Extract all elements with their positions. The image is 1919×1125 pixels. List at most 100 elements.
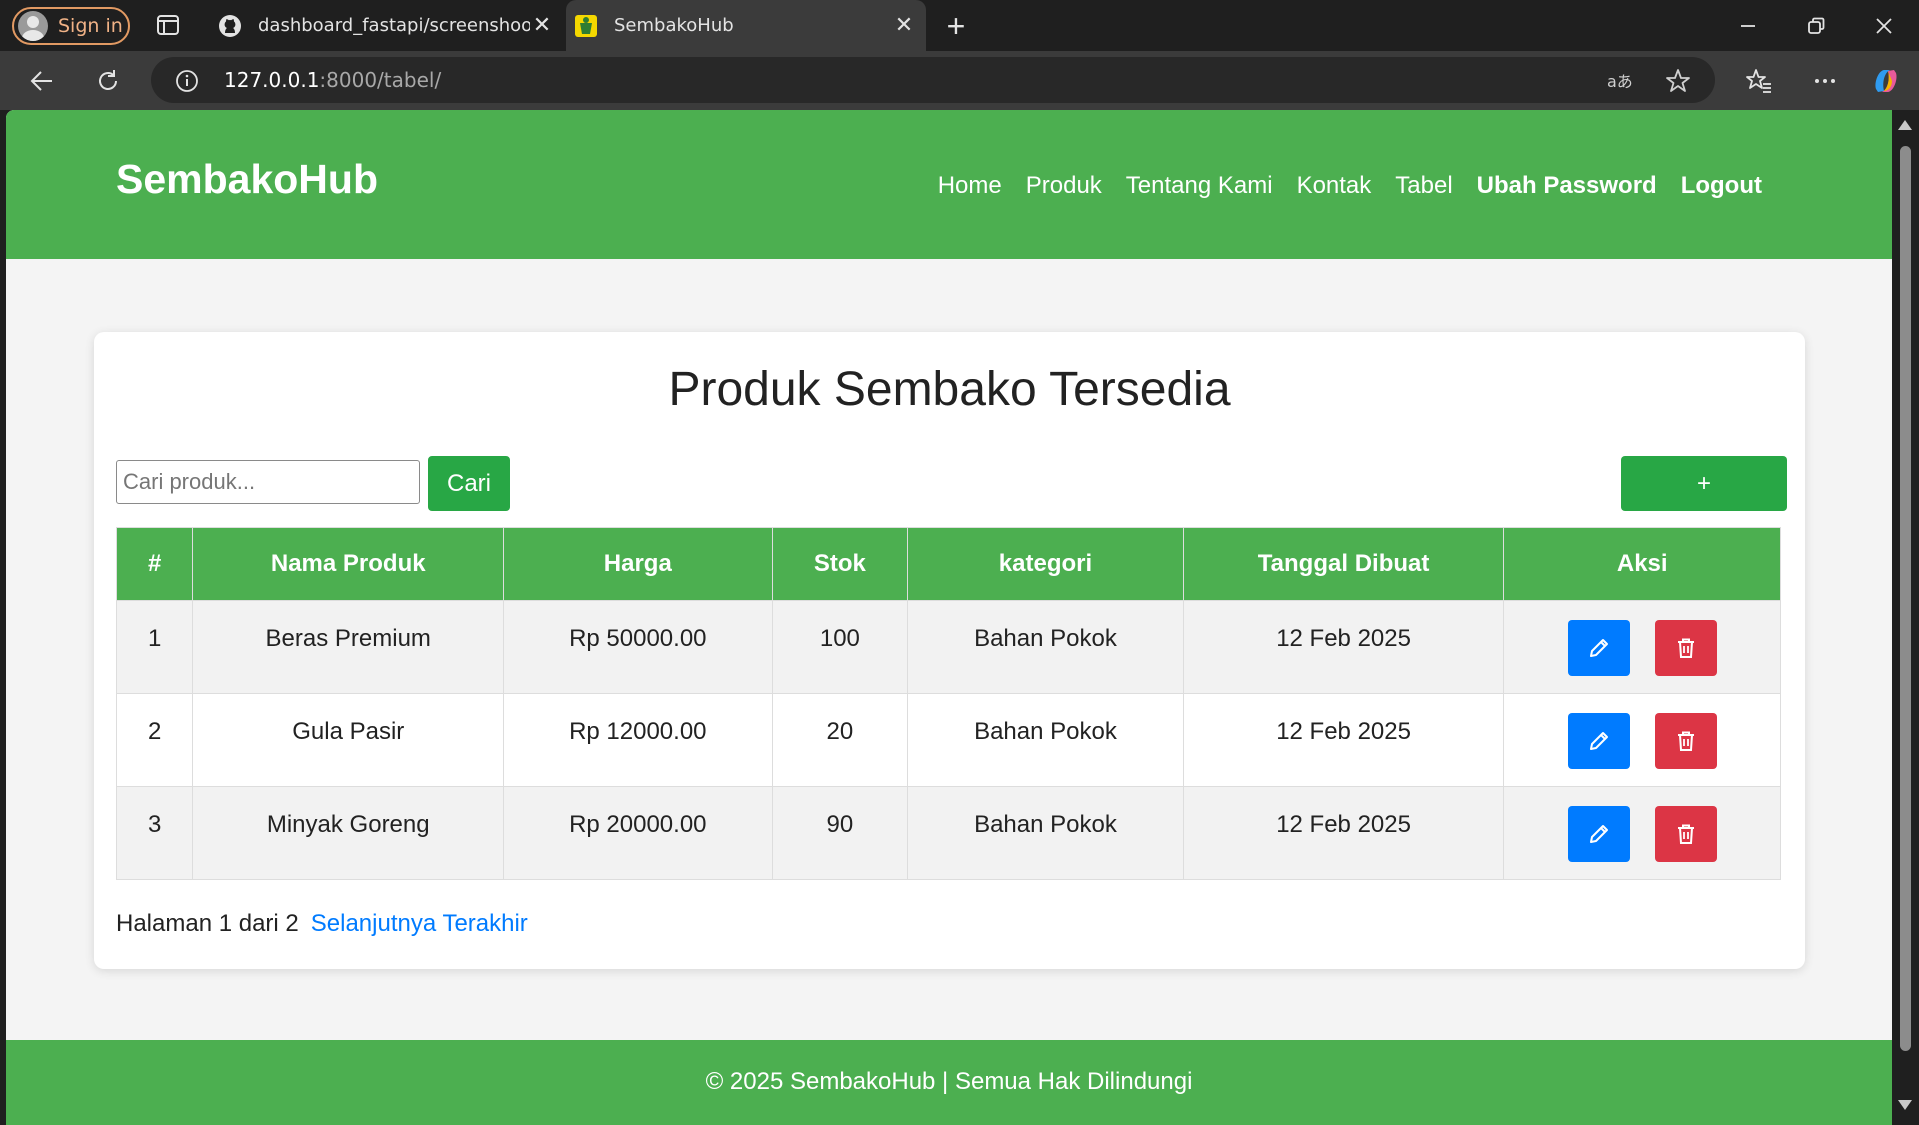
cell-aksi: [1503, 600, 1781, 694]
pagination-next-link[interactable]: Selanjutnya: [311, 910, 436, 937]
favorites-icon[interactable]: [1743, 65, 1775, 97]
profile-signin-button[interactable]: Sign in: [12, 7, 130, 45]
delete-button[interactable]: [1654, 713, 1717, 769]
cell-harga: Rp 50000.00: [503, 600, 773, 694]
pagination-info: Halaman 1 dari 2: [116, 910, 299, 937]
copilot-icon[interactable]: [1870, 65, 1902, 97]
back-icon[interactable]: [26, 65, 58, 97]
site-header: SembakoHub Home Produk Tentang Kami Kont…: [6, 110, 1892, 259]
scrollbar-thumb[interactable]: [1900, 146, 1911, 1051]
site-info-icon[interactable]: [175, 69, 199, 93]
table-row: 1 Beras Premium Rp 50000.00 100 Bahan Po…: [115, 600, 1781, 694]
tab-sembakohub[interactable]: SembakoHub ✕: [566, 0, 926, 51]
tab-close-icon[interactable]: ✕: [530, 13, 554, 38]
col-harga: Harga: [503, 527, 773, 601]
tab-close-icon[interactable]: ✕: [892, 13, 916, 38]
main-nav: Home Produk Tentang Kami Kontak Tabel Ub…: [938, 172, 1762, 200]
cell-nama-produk: Minyak Goreng: [192, 786, 505, 880]
cell-stok: 20: [771, 693, 909, 787]
col-kategori: kategori: [907, 527, 1184, 601]
read-aloud-translate-icon[interactable]: aあ: [1606, 68, 1632, 94]
product-table: # Nama Produk Harga Stok kategori Tangga…: [115, 527, 1781, 880]
nav-tabel[interactable]: Tabel: [1395, 172, 1452, 200]
trash-icon: [1677, 731, 1694, 751]
cell-harga: Rp 20000.00: [503, 786, 773, 880]
page-scrollbar[interactable]: [1892, 110, 1919, 1125]
nav-tentang-kami[interactable]: Tentang Kami: [1126, 172, 1273, 200]
tab-title: SembakoHub: [614, 15, 734, 36]
pagination: Halaman 1 dari 2 Selanjutnya Terakhir: [116, 910, 528, 938]
favorite-star-icon[interactable]: [1665, 68, 1691, 94]
browser-toolbar: 127.0.0.1:8000/tabel/ aあ: [0, 51, 1919, 110]
page-title: Produk Sembako Tersedia: [668, 363, 1231, 416]
tab-actions-icon[interactable]: [155, 12, 181, 38]
address-bar[interactable]: 127.0.0.1:8000/tabel/ aあ: [151, 57, 1715, 103]
delete-button[interactable]: [1654, 620, 1717, 676]
cell-kategori: Bahan Pokok: [907, 693, 1184, 787]
edit-button[interactable]: [1567, 806, 1630, 862]
more-options-icon[interactable]: [1809, 65, 1841, 97]
url-text: 127.0.0.1:8000/tabel/: [224, 68, 441, 92]
window-close-icon[interactable]: [1870, 12, 1898, 40]
cell-tanggal: 12 Feb 2025: [1182, 693, 1505, 787]
table-row: 3 Minyak Goreng Rp 20000.00 90 Bahan Pok…: [115, 786, 1781, 880]
cell-tanggal: 12 Feb 2025: [1182, 600, 1505, 694]
cell-nama-produk: Beras Premium: [192, 600, 505, 694]
cell-number: 3: [115, 786, 194, 880]
svg-text:aあ: aあ: [1607, 72, 1632, 91]
cell-number: 2: [115, 693, 194, 787]
site-brand[interactable]: SembakoHub: [116, 156, 378, 203]
trash-icon: [1677, 638, 1694, 658]
new-tab-icon[interactable]: +: [942, 8, 970, 44]
cell-stok: 100: [771, 600, 909, 694]
url-host: 127.0.0.1: [224, 68, 320, 92]
pagination-last-link[interactable]: Terakhir: [442, 910, 527, 937]
cell-number: 1: [115, 600, 194, 694]
col-nama-produk: Nama Produk: [192, 527, 505, 601]
table-row: 2 Gula Pasir Rp 12000.00 20 Bahan Pokok …: [115, 693, 1781, 787]
cell-stok: 90: [771, 786, 909, 880]
col-stok: Stok: [771, 527, 909, 601]
add-product-button[interactable]: +: [1621, 456, 1787, 511]
restore-icon[interactable]: [1802, 12, 1830, 40]
nav-kontak[interactable]: Kontak: [1297, 172, 1372, 200]
search-button[interactable]: Cari: [428, 456, 510, 511]
edit-button[interactable]: [1567, 620, 1630, 676]
page-viewport: SembakoHub Home Produk Tentang Kami Kont…: [6, 110, 1892, 1125]
reload-icon[interactable]: [92, 65, 124, 97]
pencil-icon: [1589, 732, 1608, 750]
nav-home[interactable]: Home: [938, 172, 1002, 200]
github-icon: [218, 14, 242, 38]
profile-avatar-icon: [18, 11, 48, 41]
site-footer: © 2025 SembakoHub | Semua Hak Dilindungi: [6, 1040, 1892, 1125]
search-input[interactable]: [116, 460, 420, 504]
nav-ubah-password[interactable]: Ubah Password: [1477, 172, 1657, 200]
scroll-up-icon[interactable]: [1898, 120, 1912, 130]
minimize-icon[interactable]: [1734, 12, 1762, 40]
cell-harga: Rp 12000.00: [503, 693, 773, 787]
col-tanggal-dibuat: Tanggal Dibuat: [1182, 527, 1505, 601]
footer-text: © 2025 SembakoHub | Semua Hak Dilindungi: [705, 1068, 1193, 1095]
table-header: # Nama Produk Harga Stok kategori Tangga…: [115, 527, 1781, 601]
scroll-down-icon[interactable]: [1898, 1100, 1912, 1110]
signin-label: Sign in: [58, 15, 123, 37]
cell-kategori: Bahan Pokok: [907, 600, 1184, 694]
product-card: Produk Sembako Tersedia Cari + # Nama Pr…: [94, 332, 1805, 969]
edit-button[interactable]: [1567, 713, 1630, 769]
nav-produk[interactable]: Produk: [1026, 172, 1102, 200]
cell-nama-produk: Gula Pasir: [192, 693, 505, 787]
trash-icon: [1677, 824, 1694, 844]
col-number: #: [115, 527, 194, 601]
cell-tanggal: 12 Feb 2025: [1182, 786, 1505, 880]
pencil-icon: [1589, 825, 1608, 843]
url-path: :8000/tabel/: [319, 68, 442, 92]
delete-button[interactable]: [1654, 806, 1717, 862]
cell-aksi: [1503, 693, 1781, 787]
cell-kategori: Bahan Pokok: [907, 786, 1184, 880]
nav-logout[interactable]: Logout: [1681, 172, 1762, 200]
tab-github[interactable]: dashboard_fastapi/screenshoots/ ✕: [210, 0, 564, 51]
cell-aksi: [1503, 786, 1781, 880]
sembakohub-favicon-icon: [574, 14, 598, 38]
pencil-icon: [1589, 639, 1608, 657]
col-aksi: Aksi: [1503, 527, 1781, 601]
